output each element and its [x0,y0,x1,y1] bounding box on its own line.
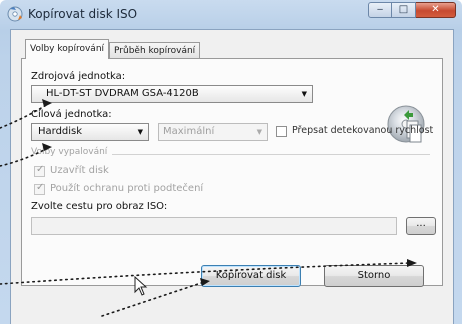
caption-buttons: ‒ □ ✕ [368,2,456,20]
close-disc-checkbox[interactable]: ✓ [34,164,45,177]
disc-copy-icon [387,105,425,143]
cancel-button[interactable]: Storno [324,265,424,287]
dialog-client-area: Volby kopírování Průběh kopírování Zdroj… [10,29,454,324]
maximize-icon: □ [398,4,409,15]
copy-disc-button[interactable]: Kopírovat disk [201,265,301,287]
target-drive-value: Harddisk [38,126,83,137]
underrun-protection-label: Použít ochranu proti podtečení [50,183,204,194]
tab-copy-progress[interactable]: Průběh kopírování [109,42,201,59]
burn-options-group-label: Volby vypalování [31,147,108,157]
write-speed-select[interactable]: Maximální ▼ [158,123,268,141]
check-icon: ✓ [36,182,45,193]
minimize-button[interactable]: ‒ [368,2,392,18]
chevron-down-icon: ▼ [256,128,262,136]
chevron-down-icon: ▼ [301,90,307,98]
source-drive-select[interactable]: HL-DT-ST DVDRAM GSA-4120B ▼ [31,85,313,103]
maximize-button[interactable]: □ [392,2,416,18]
chevron-down-icon: ▼ [137,128,143,136]
dialog-window: Kopírovat disk ISO ‒ □ ✕ Volby kopírován… [0,0,462,324]
tab-strip: Volby kopírování Průběh kopírování [25,39,201,59]
mouse-pointer-icon [134,276,148,296]
iso-path-label: Zvolte cestu pro obraz ISO: [31,201,168,212]
check-icon: ✓ [36,164,45,175]
source-drive-value: HL-DT-ST DVDRAM GSA-4120B [46,88,199,99]
close-icon: ✕ [431,4,440,15]
close-disc-label: Uzavřít disk [50,165,109,176]
target-drive-label: Cílová jednotka: [31,109,112,120]
minimize-icon: ‒ [376,4,384,15]
disc-app-icon [7,6,23,22]
browse-button[interactable]: ... [406,217,436,235]
close-window-button[interactable]: ✕ [416,2,456,18]
source-drive-label: Zdrojová jednotka: [31,71,126,82]
write-speed-value: Maximální [163,126,215,137]
window-title: Kopírovat disk ISO [28,7,138,21]
group-divider [112,154,430,155]
target-drive-select[interactable]: Harddisk ▼ [31,123,149,141]
iso-path-input[interactable] [31,217,397,235]
copy-options-panel: Zdrojová jednotka: HL-DT-ST DVDRAM GSA-4… [21,58,443,286]
overwrite-speed-checkbox[interactable] [276,126,287,137]
underrun-protection-checkbox[interactable]: ✓ [34,182,45,195]
tab-copy-options[interactable]: Volby kopírování [25,39,110,59]
overwrite-speed-label: Přepsat detekovanou rychlost [292,125,434,136]
title-bar[interactable]: Kopírovat disk ISO ‒ □ ✕ [0,0,462,28]
screenshot-page: Kopírovat disk ISO ‒ □ ✕ Volby kopírován… [0,0,462,324]
